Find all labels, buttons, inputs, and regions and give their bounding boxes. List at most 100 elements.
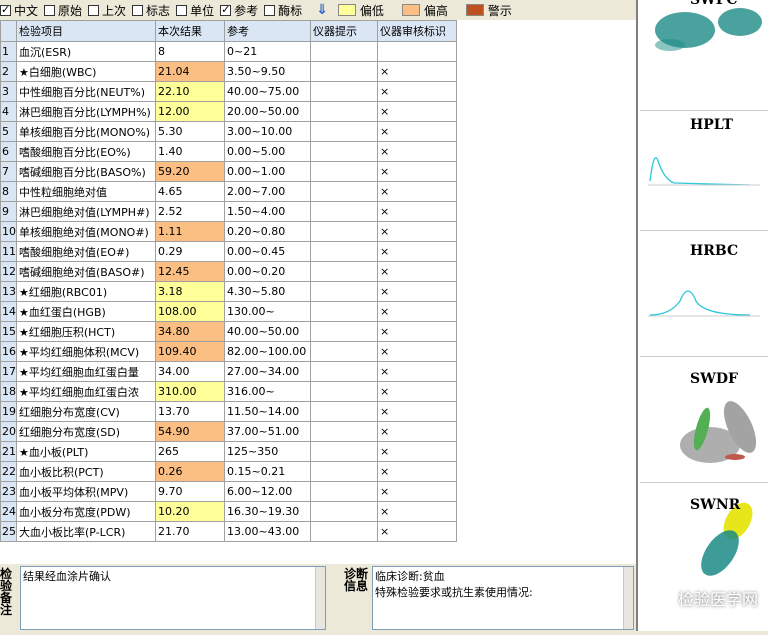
row-number[interactable]: 11 — [0, 241, 17, 262]
option-flags[interactable]: 标志 — [132, 2, 170, 19]
checkbox[interactable] — [176, 4, 188, 16]
row-number[interactable]: 23 — [0, 481, 17, 502]
table-row[interactable]: 6 嗜酸细胞百分比(EO%) 1.40 0.00~5.00 × — [0, 141, 457, 162]
instrument-hint[interactable] — [310, 321, 378, 342]
reference-range[interactable]: 13.00~43.00 — [224, 521, 311, 542]
review-flag[interactable]: × — [377, 241, 457, 262]
checkbox[interactable] — [44, 4, 56, 16]
result-value[interactable]: 1.40 — [155, 141, 225, 162]
result-value[interactable]: 8 — [155, 41, 225, 62]
row-number[interactable]: 10 — [0, 221, 17, 242]
row-number[interactable]: 14 — [0, 301, 17, 322]
option-previous[interactable]: 上次 — [88, 2, 126, 19]
table-row[interactable]: 18 ★平均红细胞血红蛋白浓 310.00 316.00~ × — [0, 381, 457, 402]
instrument-hint[interactable] — [310, 301, 378, 322]
instrument-hint[interactable] — [310, 141, 378, 162]
review-flag[interactable]: × — [377, 61, 457, 82]
review-flag[interactable]: × — [377, 341, 457, 362]
result-value[interactable]: 108.00 — [155, 301, 225, 322]
col-header-reference[interactable]: 参考 — [224, 20, 311, 42]
reference-range[interactable]: 20.00~50.00 — [224, 101, 311, 122]
instrument-hint[interactable] — [310, 481, 378, 502]
instrument-hint[interactable] — [310, 441, 378, 462]
result-value[interactable]: 12.45 — [155, 261, 225, 282]
reference-range[interactable]: 0~21 — [224, 41, 311, 62]
instrument-hint[interactable] — [310, 281, 378, 302]
table-row[interactable]: 14 ★血红蛋白(HGB) 108.00 130.00~ × — [0, 301, 457, 322]
reference-range[interactable]: 130.00~ — [224, 301, 311, 322]
results-grid[interactable]: 检验项目 本次结果 参考 仪器提示 仪器审核标识 1 血沉(ESR) 8 0~21 2 ★… — [0, 20, 636, 564]
instrument-hint[interactable] — [310, 361, 378, 382]
row-number[interactable]: 1 — [0, 41, 17, 62]
instrument-hint[interactable] — [310, 221, 378, 242]
checkbox[interactable] — [132, 4, 144, 16]
row-number[interactable]: 20 — [0, 421, 17, 442]
table-row[interactable]: 10 单核细胞绝对值(MONO#) 1.11 0.20~0.80 × — [0, 221, 457, 242]
row-number[interactable]: 13 — [0, 281, 17, 302]
result-value[interactable]: 22.10 — [155, 81, 225, 102]
table-row[interactable]: 19 红细胞分布宽度(CV) 13.70 11.50~14.00 × — [0, 401, 457, 422]
table-row[interactable]: 8 中性粒细胞绝对值 4.65 2.00~7.00 × — [0, 181, 457, 202]
col-header-instrument-hint[interactable]: 仪器提示 — [310, 20, 378, 42]
instrument-hint[interactable] — [310, 201, 378, 222]
instrument-hint[interactable] — [310, 461, 378, 482]
item-name[interactable]: 淋巴细胞绝对值(LYMPH#) — [16, 201, 156, 222]
item-name[interactable]: 红细胞分布宽度(CV) — [16, 401, 156, 422]
table-row[interactable]: 21 ★血小板(PLT) 265 125~350 × — [0, 441, 457, 462]
reference-range[interactable]: 0.15~0.21 — [224, 461, 311, 482]
col-header-item[interactable]: 检验项目 — [16, 20, 156, 42]
checkbox[interactable] — [264, 4, 276, 16]
result-value[interactable]: 9.70 — [155, 481, 225, 502]
review-flag[interactable]: × — [377, 281, 457, 302]
review-flag[interactable] — [377, 41, 457, 62]
instrument-hint[interactable] — [310, 521, 378, 542]
reference-range[interactable]: 16.30~19.30 — [224, 501, 311, 522]
table-row[interactable]: 2 ★白细胞(WBC) 21.04 3.50~9.50 × — [0, 61, 457, 82]
review-flag[interactable]: × — [377, 521, 457, 542]
instrument-hint[interactable] — [310, 241, 378, 262]
review-flag[interactable]: × — [377, 201, 457, 222]
result-value[interactable]: 34.00 — [155, 361, 225, 382]
row-number[interactable]: 4 — [0, 101, 17, 122]
table-row[interactable]: 9 淋巴细胞绝对值(LYMPH#) 2.52 1.50~4.00 × — [0, 201, 457, 222]
result-value[interactable]: 34.80 — [155, 321, 225, 342]
instrument-hint[interactable] — [310, 401, 378, 422]
item-name[interactable]: ★血小板(PLT) — [16, 441, 156, 462]
option-elisa[interactable]: 酶标 — [264, 2, 302, 19]
table-row[interactable]: 5 单核细胞百分比(MONO%) 5.30 3.00~10.00 × — [0, 121, 457, 142]
row-number[interactable]: 8 — [0, 181, 17, 202]
item-name[interactable]: 嗜碱细胞百分比(BASO%) — [16, 161, 156, 182]
reference-range[interactable]: 40.00~50.00 — [224, 321, 311, 342]
option-raw[interactable]: 原始 — [44, 2, 82, 19]
row-number[interactable]: 9 — [0, 201, 17, 222]
row-number[interactable]: 21 — [0, 441, 17, 462]
result-value[interactable]: 1.11 — [155, 221, 225, 242]
row-number[interactable]: 5 — [0, 121, 17, 142]
reference-range[interactable]: 0.00~0.20 — [224, 261, 311, 282]
table-row[interactable]: 24 血小板分布宽度(PDW) 10.20 16.30~19.30 × — [0, 501, 457, 522]
review-flag[interactable]: × — [377, 261, 457, 282]
result-value[interactable]: 21.04 — [155, 61, 225, 82]
instrument-hint[interactable] — [310, 181, 378, 202]
row-number[interactable]: 22 — [0, 461, 17, 482]
instrument-hint[interactable] — [310, 81, 378, 102]
reference-range[interactable]: 125~350 — [224, 441, 311, 462]
result-value[interactable]: 3.18 — [155, 281, 225, 302]
item-name[interactable]: 血小板平均体积(MPV) — [16, 481, 156, 502]
table-row[interactable]: 22 血小板比积(PCT) 0.26 0.15~0.21 × — [0, 461, 457, 482]
item-name[interactable]: 血小板比积(PCT) — [16, 461, 156, 482]
row-number[interactable]: 25 — [0, 521, 17, 542]
item-name[interactable]: 单核细胞绝对值(MONO#) — [16, 221, 156, 242]
checkbox[interactable] — [88, 4, 100, 16]
review-flag[interactable]: × — [377, 301, 457, 322]
instrument-hint[interactable] — [310, 121, 378, 142]
row-number[interactable]: 19 — [0, 401, 17, 422]
result-value[interactable]: 4.65 — [155, 181, 225, 202]
item-name[interactable]: 嗜酸细胞绝对值(EO#) — [16, 241, 156, 262]
col-header-result[interactable]: 本次结果 — [155, 20, 225, 42]
table-row[interactable]: 12 嗜碱细胞绝对值(BASO#) 12.45 0.00~0.20 × — [0, 261, 457, 282]
reference-range[interactable]: 316.00~ — [224, 381, 311, 402]
item-name[interactable]: ★红细胞压积(HCT) — [16, 321, 156, 342]
double-chevron-down-icon[interactable]: ⇓ — [316, 2, 328, 18]
item-name[interactable]: 血沉(ESR) — [16, 41, 156, 62]
